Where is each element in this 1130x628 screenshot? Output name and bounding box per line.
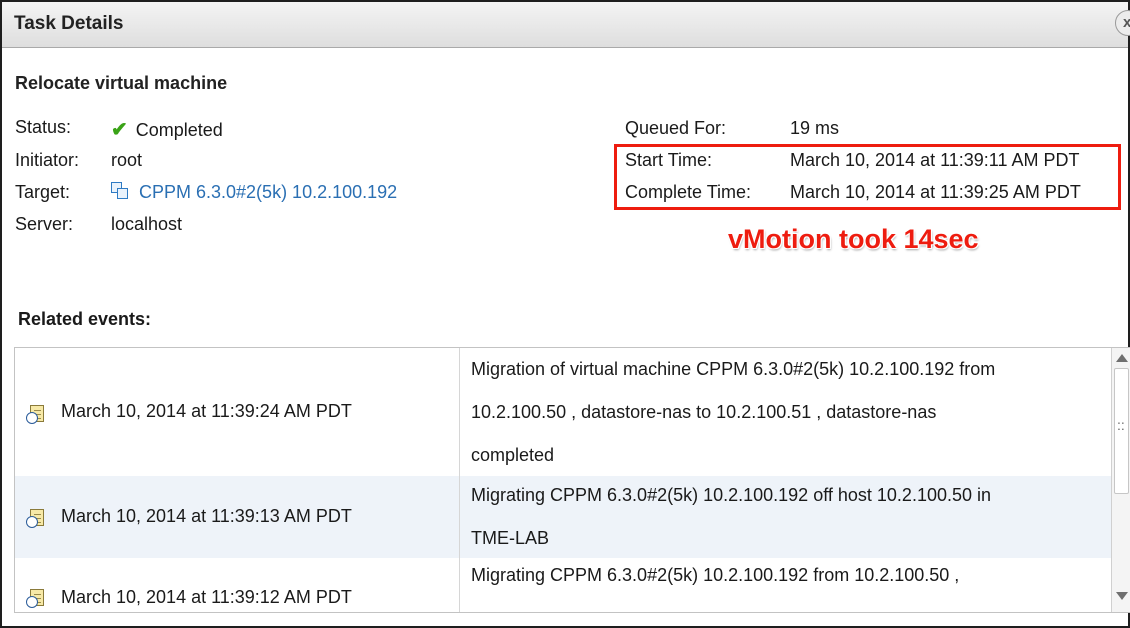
target-link-text[interactable]: CPPM 6.3.0#2(5k) 10.2.100.192 [139,182,397,202]
queued-value: 19 ms [790,118,840,138]
status-label: Status: [15,117,72,137]
server-row: Server: localhost [2,214,602,238]
task-details-dialog: Task Details x Relocate virtual machine … [0,0,1130,628]
event-line: Migration of virtual machine CPPM 6.3.0#… [471,359,996,379]
events-scrollbar[interactable]: :: [1111,348,1130,612]
event-description: Migration of virtual machine CPPM 6.3.0#… [471,348,1111,477]
scroll-thumb[interactable]: :: [1114,368,1129,494]
annotation-text: vMotion took 14sec [728,224,979,254]
initiator-row: Initiator: root [2,150,602,174]
scroll-down-icon[interactable] [1116,592,1128,600]
event-row[interactable]: March 10, 2014 at 11:39:24 AM PDT Migrat… [15,348,1111,476]
event-row[interactable]: March 10, 2014 at 11:39:12 AM PDT Migrat… [15,558,1111,612]
target-label: Target: [15,182,71,202]
event-time-cell: March 10, 2014 at 11:39:13 AM PDT [15,476,460,558]
status-value: ✔ Completed [111,117,223,142]
event-line: 10.2.100.50 , datastore-nas to 10.2.100.… [471,402,937,422]
check-icon: ✔ [111,119,128,141]
event-line: completed [471,445,555,465]
scroll-up-icon[interactable] [1116,354,1128,362]
event-log-icon [26,509,46,529]
event-description: Migrating CPPM 6.3.0#2(5k) 10.2.100.192 … [471,554,1111,597]
event-line: Migrating CPPM 6.3.0#2(5k) 10.2.100.192 … [471,565,960,585]
task-name: Relocate virtual machine [15,73,228,93]
dialog-title: Task Details [14,13,124,34]
close-button[interactable]: x [1115,10,1130,36]
event-time: March 10, 2014 at 11:39:24 AM PDT [61,401,352,421]
server-label: Server: [15,214,74,234]
event-time: March 10, 2014 at 11:39:13 AM PDT [61,506,352,526]
related-events-table: March 10, 2014 at 11:39:24 AM PDT Migrat… [14,347,1130,613]
annotation-highlight-box [614,144,1121,210]
status-row: Status: ✔ Completed [2,117,602,141]
event-line: Migrating CPPM 6.3.0#2(5k) 10.2.100.192 … [471,485,992,505]
event-log-icon [26,405,46,425]
initiator-label: Initiator: [15,150,80,170]
event-description: Migrating CPPM 6.3.0#2(5k) 10.2.100.192 … [471,474,1111,560]
close-icon[interactable]: x [1123,14,1130,31]
server-value: localhost [111,214,183,234]
grip-icon: :: [1117,417,1125,433]
event-time-cell: March 10, 2014 at 11:39:24 AM PDT [15,348,460,476]
related-events-title: Related events: [18,309,152,329]
dialog-titlebar: Task Details x [2,2,1130,48]
target-row: Target: CPPM 6.3.0#2(5k) 10.2.100.192 [2,182,602,206]
event-log-icon [26,589,46,609]
event-time-cell: March 10, 2014 at 11:39:12 AM PDT [15,558,460,612]
queued-label: Queued For: [625,118,727,138]
event-time: March 10, 2014 at 11:39:12 AM PDT [61,587,352,607]
virtual-machine-icon [111,182,129,200]
event-row[interactable]: March 10, 2014 at 11:39:13 AM PDT Migrat… [15,476,1111,558]
target-link[interactable]: CPPM 6.3.0#2(5k) 10.2.100.192 [111,182,397,203]
status-text: Completed [135,120,223,140]
initiator-value: root [111,150,143,170]
